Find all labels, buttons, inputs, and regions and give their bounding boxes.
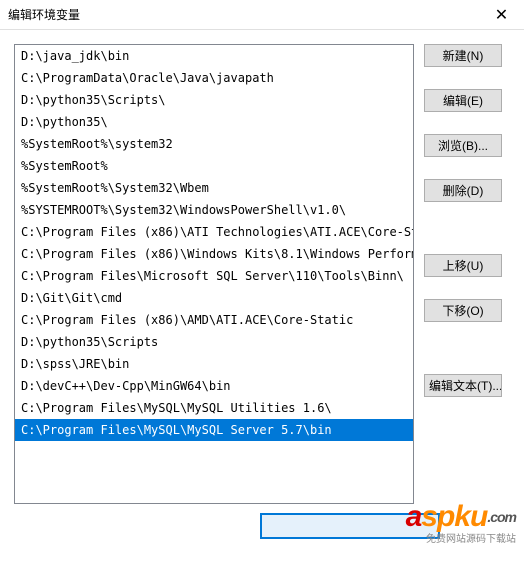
path-list-item[interactable]: D:\java_jdk\bin bbox=[15, 45, 413, 67]
path-list-item[interactable]: D:\python35\Scripts bbox=[15, 331, 413, 353]
path-list-item[interactable]: C:\Program Files\MySQL\MySQL Utilities 1… bbox=[15, 397, 413, 419]
new-button[interactable]: 新建(N) bbox=[424, 44, 502, 67]
path-list-item[interactable]: D:\spss\JRE\bin bbox=[15, 353, 413, 375]
close-icon[interactable]: ✕ bbox=[479, 0, 524, 30]
path-list-item[interactable]: C:\ProgramData\Oracle\Java\javapath bbox=[15, 67, 413, 89]
browse-button[interactable]: 浏览(B)... bbox=[424, 134, 502, 157]
title-bar: 编辑环境变量 ✕ bbox=[0, 0, 524, 30]
path-list-item[interactable]: C:\Program Files\Microsoft SQL Server\11… bbox=[15, 265, 413, 287]
dialog-content: D:\java_jdk\binC:\ProgramData\Oracle\Jav… bbox=[0, 30, 524, 504]
move-up-button[interactable]: 上移(U) bbox=[424, 254, 502, 277]
path-list-item[interactable]: %SystemRoot%\system32 bbox=[15, 133, 413, 155]
path-list-item[interactable]: %SYSTEMROOT%\System32\WindowsPowerShell\… bbox=[15, 199, 413, 221]
window-title: 编辑环境变量 bbox=[8, 6, 80, 23]
path-list-item[interactable]: D:\python35\ bbox=[15, 111, 413, 133]
delete-button[interactable]: 删除(D) bbox=[424, 179, 502, 202]
path-list-item[interactable]: C:\Program Files (x86)\Windows Kits\8.1\… bbox=[15, 243, 413, 265]
path-list-item[interactable]: D:\devC++\Dev-Cpp\MinGW64\bin bbox=[15, 375, 413, 397]
path-list-item[interactable]: C:\Program Files\MySQL\MySQL Server 5.7\… bbox=[15, 419, 413, 441]
path-list-item[interactable]: D:\python35\Scripts\ bbox=[15, 89, 413, 111]
path-list-item[interactable]: %SystemRoot%\System32\Wbem bbox=[15, 177, 413, 199]
edit-button[interactable]: 编辑(E) bbox=[424, 89, 502, 112]
path-list-item[interactable]: C:\Program Files (x86)\AMD\ATI.ACE\Core-… bbox=[15, 309, 413, 331]
side-buttons: 新建(N) 编辑(E) 浏览(B)... 删除(D) 上移(U) 下移(O) 编… bbox=[424, 44, 502, 504]
ok-button-area[interactable] bbox=[260, 513, 440, 539]
path-list-item[interactable]: D:\Git\Git\cmd bbox=[15, 287, 413, 309]
path-list-item[interactable]: %SystemRoot% bbox=[15, 155, 413, 177]
move-down-button[interactable]: 下移(O) bbox=[424, 299, 502, 322]
edit-text-button[interactable]: 编辑文本(T)... bbox=[424, 374, 502, 397]
path-list[interactable]: D:\java_jdk\binC:\ProgramData\Oracle\Jav… bbox=[14, 44, 414, 504]
path-list-item[interactable]: C:\Program Files (x86)\ATI Technologies\… bbox=[15, 221, 413, 243]
